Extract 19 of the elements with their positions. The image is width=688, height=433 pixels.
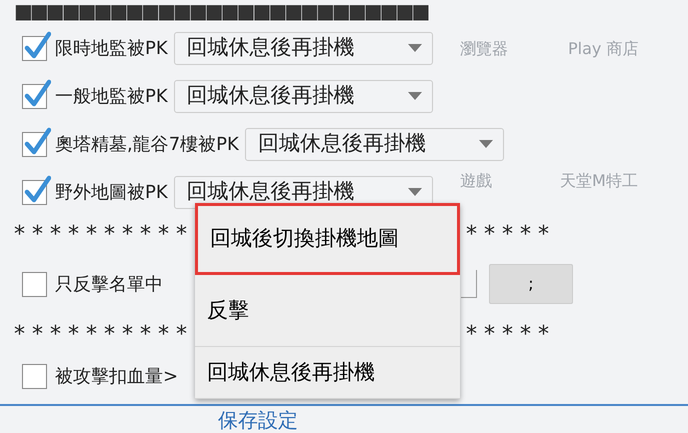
option-label: 只反擊名單中 bbox=[55, 272, 163, 296]
separator-text: * * * * * * * * * * bbox=[14, 222, 187, 246]
header-text: ■■■■■■■■■■■■■■■■■■■■■■■■■■ bbox=[14, 0, 429, 22]
option-label: 奧塔精墓,龍谷7樓被PK bbox=[55, 132, 239, 156]
option-label: 野外地圖被PK bbox=[55, 180, 168, 204]
dropdown-option[interactable]: 回城後切換掛機地圖 bbox=[195, 203, 460, 275]
option-label: 被攻擊扣血量> bbox=[55, 364, 178, 388]
dropdown-option[interactable]: 反擊 bbox=[195, 275, 460, 347]
option-label: 一般地監被PK bbox=[55, 84, 168, 108]
separator-text: * * * * * bbox=[466, 220, 549, 248]
dropdown-select[interactable]: 回城休息後再掛機 bbox=[244, 128, 504, 160]
semicolon-button[interactable]: ; bbox=[489, 264, 573, 304]
separator-text: * * * * * * * * * * bbox=[14, 322, 187, 346]
option-label: 限時地監被PK bbox=[55, 36, 168, 60]
save-button[interactable]: 保存設定 bbox=[218, 409, 298, 431]
dropdown-select[interactable]: 回城休息後再掛機 bbox=[174, 32, 433, 64]
dropdown-option[interactable]: 回城休息後再掛機 bbox=[195, 347, 460, 399]
dropdown-select[interactable]: 回城休息後再掛機 bbox=[174, 80, 433, 112]
separator-text: * * * * * bbox=[466, 320, 549, 348]
